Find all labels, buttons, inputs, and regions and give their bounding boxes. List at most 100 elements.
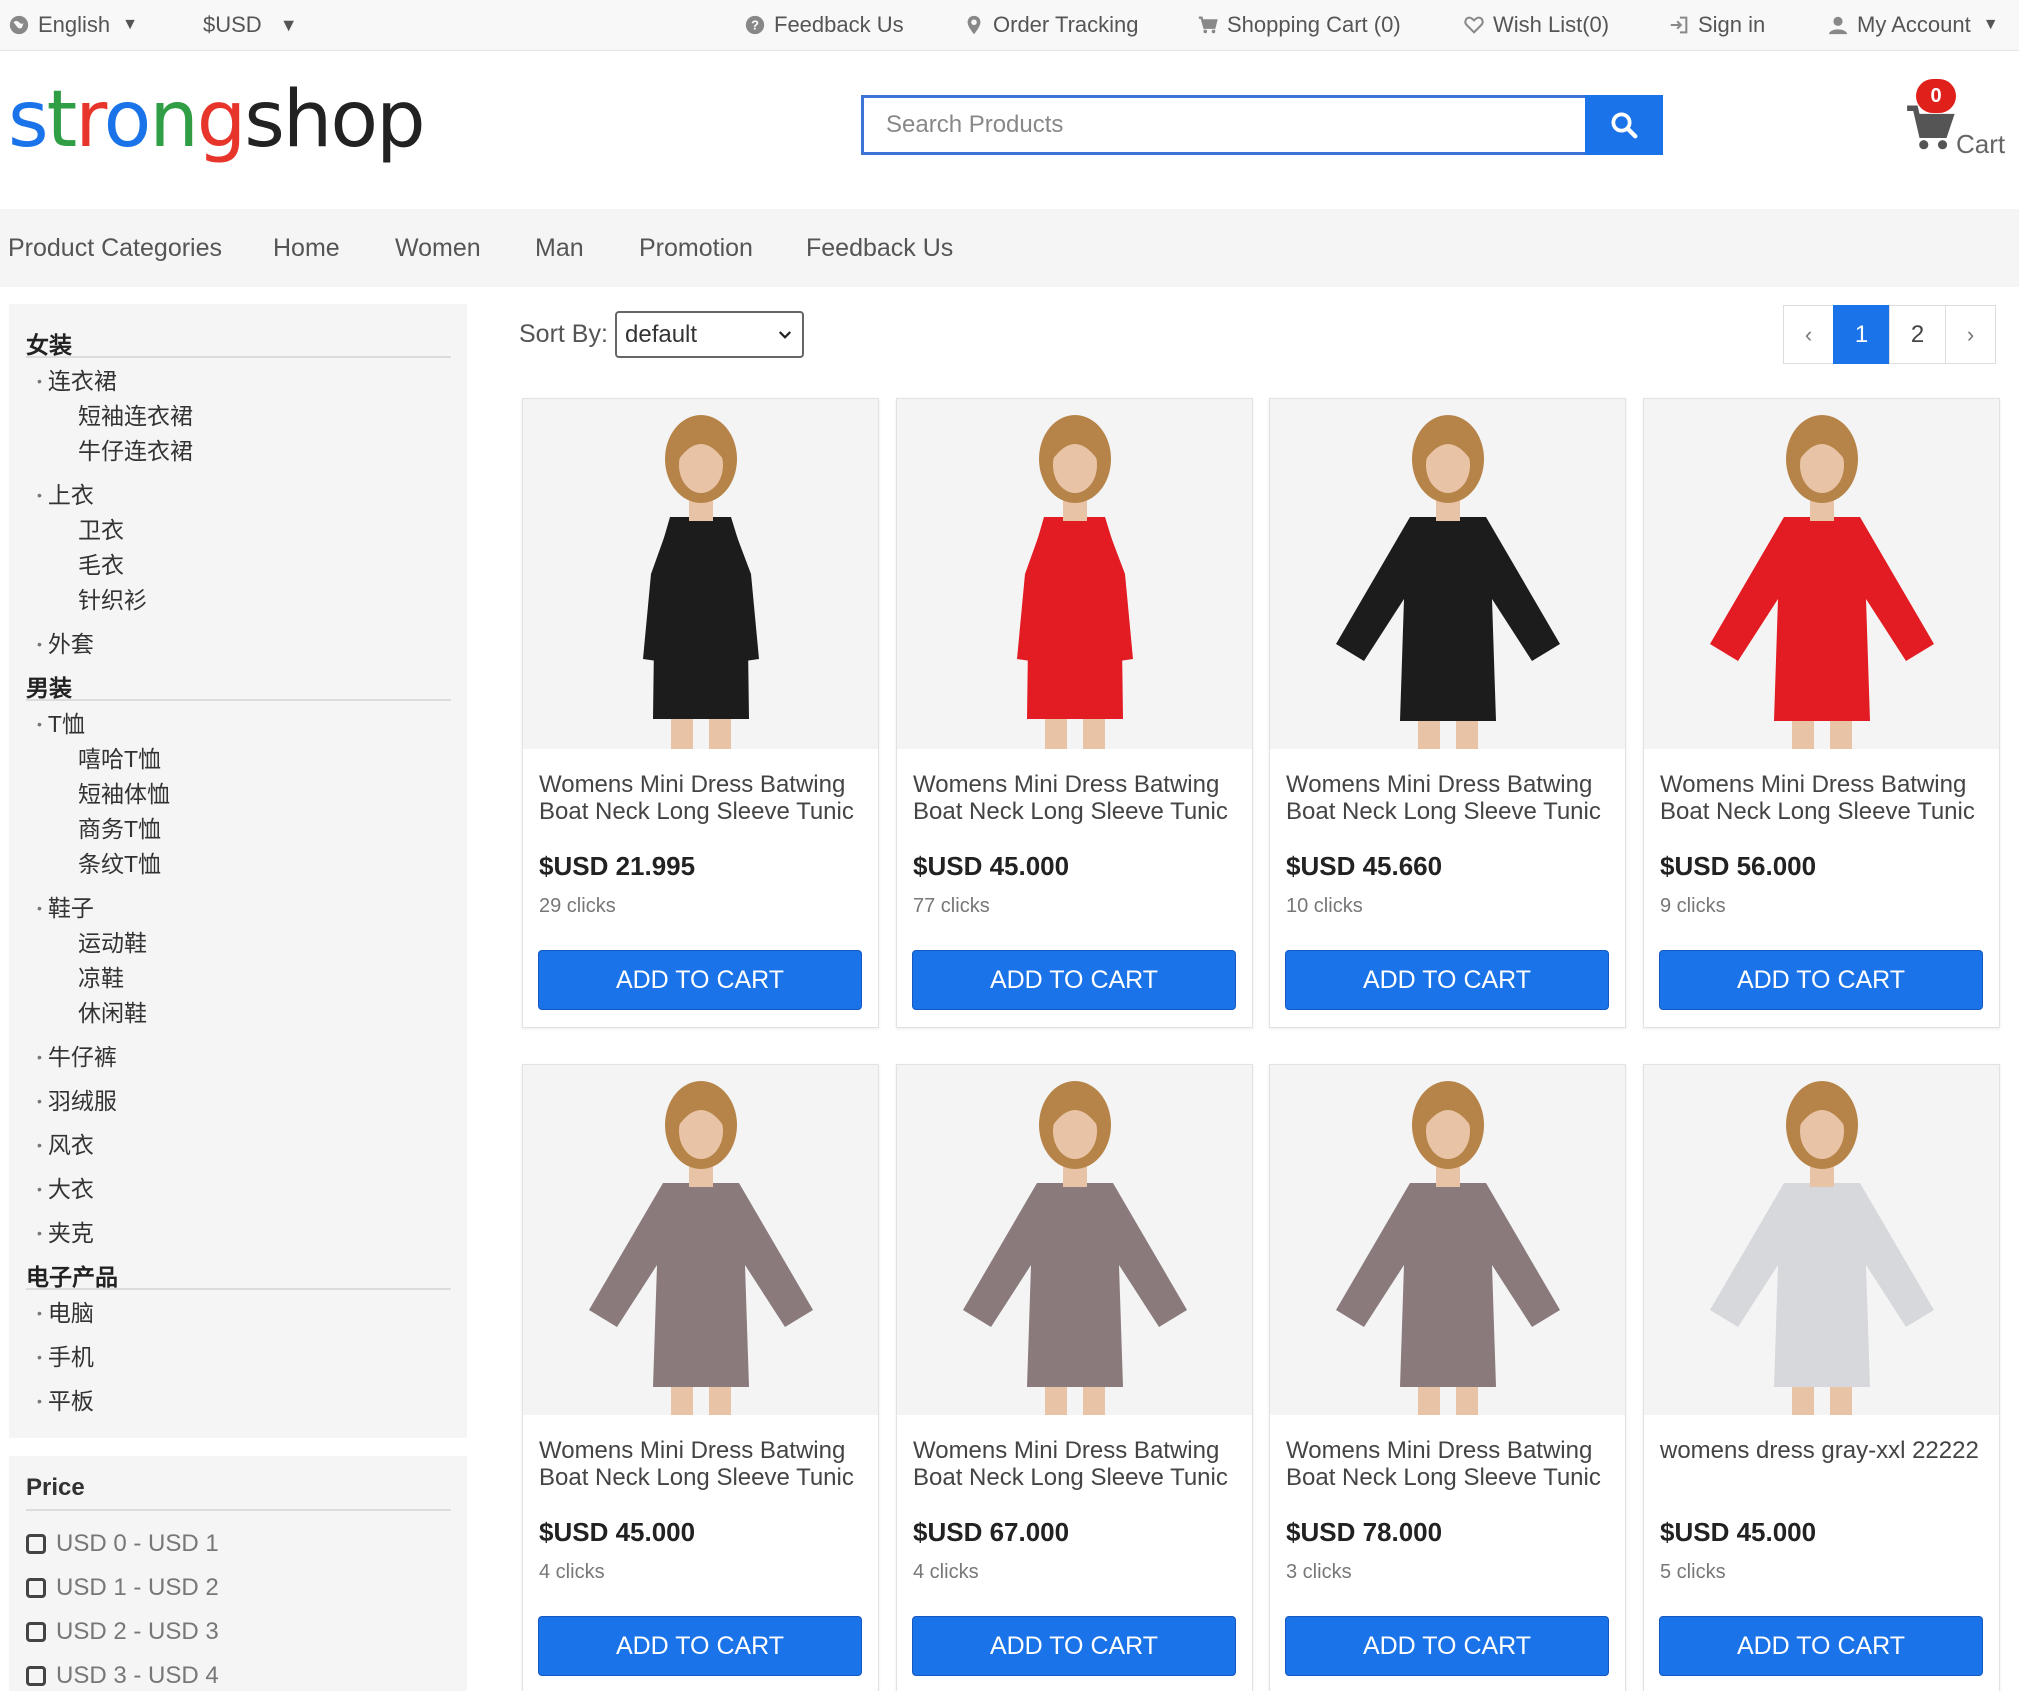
product-title[interactable]: Womens Mini Dress Batwing Boat Neck Long… [913, 771, 1243, 825]
pagination-page-1[interactable]: 1 [1833, 305, 1890, 364]
product-card[interactable]: Womens Mini Dress Batwing Boat Neck Long… [896, 1064, 1253, 1691]
product-image[interactable] [1644, 1065, 1999, 1415]
category-item[interactable]: 上衣 [37, 476, 94, 510]
price-filter: Price USD 0 - USD 1 USD 1 - USD 2 USD 2 … [9, 1456, 467, 1691]
sort-selected-value: default [625, 320, 698, 348]
product-title[interactable]: Womens Mini Dress Batwing Boat Neck Long… [913, 1437, 1243, 1491]
category-women[interactable]: 女装 [26, 326, 72, 360]
category-item[interactable]: 卫衣 [78, 511, 124, 545]
svg-text:?: ? [751, 18, 759, 33]
category-item[interactable]: 连衣裙 [37, 362, 117, 396]
checkbox-icon[interactable] [26, 1666, 46, 1686]
add-to-cart-button[interactable]: ADD TO CART [538, 1616, 862, 1676]
category-item[interactable]: 夹克 [37, 1214, 94, 1248]
search-input[interactable] [861, 95, 1585, 155]
user-icon [1828, 16, 1848, 35]
language-selector[interactable]: English ▼ [8, 0, 138, 50]
product-title[interactable]: Womens Mini Dress Batwing Boat Neck Long… [539, 771, 869, 825]
logo-letter: g [196, 75, 246, 165]
category-item[interactable]: 风衣 [37, 1126, 94, 1160]
product-image[interactable] [1644, 399, 1999, 749]
nav-promotion[interactable]: Promotion [639, 209, 753, 287]
add-to-cart-button[interactable]: ADD TO CART [1285, 950, 1609, 1010]
product-image[interactable] [523, 1065, 878, 1415]
product-card[interactable]: Womens Mini Dress Batwing Boat Neck Long… [1269, 398, 1626, 1028]
currency-selector[interactable]: $USD ▼ [203, 0, 298, 50]
product-image[interactable] [897, 1065, 1252, 1415]
product-card[interactable]: Womens Mini Dress Batwing Boat Neck Long… [522, 1064, 879, 1691]
logo-letter: p [376, 75, 425, 165]
add-to-cart-button[interactable]: ADD TO CART [1659, 950, 1983, 1010]
price-option[interactable]: USD 1 - USD 2 [26, 1572, 219, 1604]
category-item[interactable]: 针织衫 [78, 581, 147, 615]
add-to-cart-button[interactable]: ADD TO CART [912, 1616, 1236, 1676]
category-item[interactable]: 商务T恤 [78, 810, 161, 844]
pagination-page-2[interactable]: 2 [1889, 305, 1946, 364]
category-item[interactable]: T恤 [37, 705, 85, 739]
category-item[interactable]: 手机 [37, 1338, 94, 1372]
category-item[interactable]: 短袖体恤 [78, 775, 170, 809]
product-card[interactable]: womens dress gray-xxl 22222 $USD 45.000 … [1643, 1064, 2000, 1691]
add-to-cart-button[interactable]: ADD TO CART [912, 950, 1236, 1010]
feedback-link[interactable]: ? Feedback Us [744, 0, 904, 50]
header-cart[interactable]: 0 Cart [1905, 75, 2015, 175]
search-button[interactable] [1585, 95, 1663, 155]
add-to-cart-button[interactable]: ADD TO CART [538, 950, 862, 1010]
order-tracking-link[interactable]: Order Tracking [963, 0, 1139, 50]
price-option-label: USD 1 - USD 2 [56, 1574, 219, 1601]
product-title[interactable]: Womens Mini Dress Batwing Boat Neck Long… [539, 1437, 869, 1491]
category-item[interactable]: 嘻哈T恤 [78, 740, 161, 774]
pagination-next[interactable]: › [1945, 305, 1996, 364]
product-card[interactable]: Womens Mini Dress Batwing Boat Neck Long… [522, 398, 879, 1028]
product-title[interactable]: womens dress gray-xxl 22222 [1660, 1437, 1990, 1491]
add-to-cart-button[interactable]: ADD TO CART [1659, 1616, 1983, 1676]
category-item[interactable]: 电脑 [37, 1294, 94, 1328]
nav-women[interactable]: Women [395, 209, 481, 287]
product-image[interactable] [1270, 399, 1625, 749]
category-item[interactable]: 毛衣 [78, 546, 124, 580]
category-item[interactable]: 牛仔裤 [37, 1038, 117, 1072]
product-clicks: 29 clicks [539, 895, 616, 917]
category-item[interactable]: 运动鞋 [78, 924, 147, 958]
nav-man[interactable]: Man [535, 209, 584, 287]
category-item[interactable]: 平板 [37, 1382, 94, 1416]
category-item[interactable]: 鞋子 [37, 889, 94, 923]
category-item[interactable]: 大衣 [37, 1170, 94, 1204]
category-item[interactable]: 休闲鞋 [78, 994, 147, 1028]
price-option[interactable]: USD 2 - USD 3 [26, 1616, 219, 1648]
my-account-menu[interactable]: My Account ▼ [1827, 0, 1999, 50]
checkbox-icon[interactable] [26, 1534, 46, 1554]
category-item[interactable]: 外套 [37, 625, 94, 659]
sort-select[interactable]: default [615, 311, 804, 358]
cart-icon [1198, 16, 1218, 34]
product-image[interactable] [897, 399, 1252, 749]
product-image[interactable] [523, 399, 878, 749]
product-title[interactable]: Womens Mini Dress Batwing Boat Neck Long… [1286, 771, 1616, 825]
nav-feedback[interactable]: Feedback Us [806, 209, 953, 287]
nav-home[interactable]: Home [273, 209, 340, 287]
price-option[interactable]: USD 3 - USD 4 [26, 1660, 219, 1691]
product-card[interactable]: Womens Mini Dress Batwing Boat Neck Long… [896, 398, 1253, 1028]
checkbox-icon[interactable] [26, 1578, 46, 1598]
add-to-cart-button[interactable]: ADD TO CART [1285, 1616, 1609, 1676]
product-card[interactable]: Womens Mini Dress Batwing Boat Neck Long… [1643, 398, 2000, 1028]
nav-product-categories[interactable]: Product Categories [8, 209, 222, 287]
sign-in-link[interactable]: Sign in [1668, 0, 1765, 50]
product-title[interactable]: Womens Mini Dress Batwing Boat Neck Long… [1660, 771, 1990, 825]
price-option[interactable]: USD 0 - USD 1 [26, 1528, 219, 1560]
category-item[interactable]: 凉鞋 [78, 959, 124, 993]
shopping-cart-link[interactable]: Shopping Cart (0) [1197, 0, 1401, 50]
category-electronics[interactable]: 电子产品 [26, 1258, 118, 1292]
category-item[interactable]: 条纹T恤 [78, 845, 161, 879]
pagination-prev[interactable]: ‹ [1783, 305, 1834, 364]
category-item[interactable]: 牛仔连衣裙 [78, 432, 193, 466]
product-title[interactable]: Womens Mini Dress Batwing Boat Neck Long… [1286, 1437, 1616, 1491]
category-men[interactable]: 男装 [26, 669, 72, 703]
site-logo[interactable]: strongshop [8, 81, 426, 159]
wish-list-link[interactable]: Wish List(0) [1463, 0, 1609, 50]
product-card[interactable]: Womens Mini Dress Batwing Boat Neck Long… [1269, 1064, 1626, 1691]
checkbox-icon[interactable] [26, 1622, 46, 1642]
category-item[interactable]: 短袖连衣裙 [78, 397, 193, 431]
category-item[interactable]: 羽绒服 [37, 1082, 117, 1116]
product-image[interactable] [1270, 1065, 1625, 1415]
